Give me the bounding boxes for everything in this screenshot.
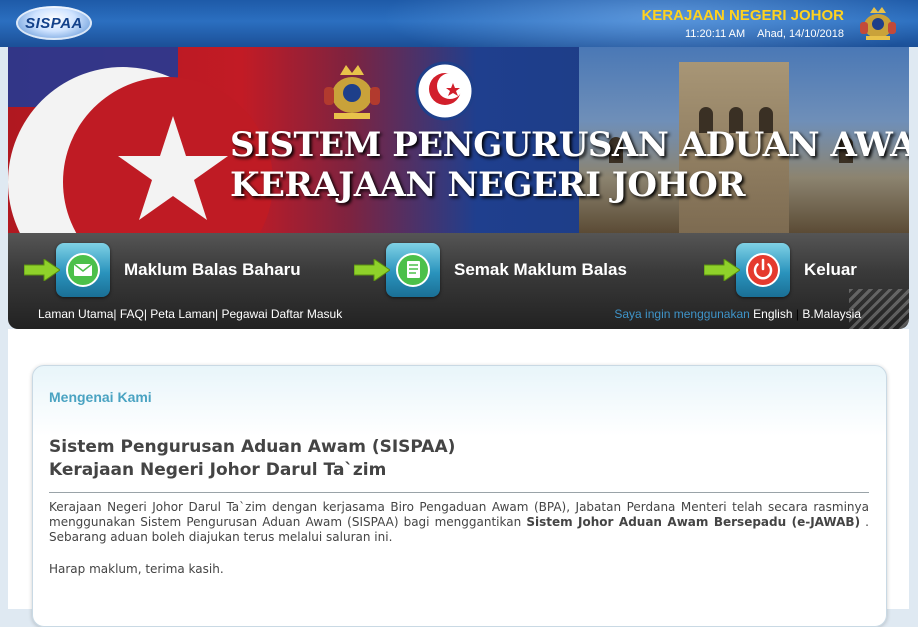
link-sitemap[interactable]: Peta Laman [150, 307, 215, 321]
state-govt-seal-icon [415, 61, 475, 121]
language-switch: Saya ingin menggunakan English | B.Malay… [614, 307, 861, 321]
current-date: Ahad, 14/10/2018 [757, 28, 844, 40]
banner-title-line1: SISTEM PENGURUSAN ADUAN AWAM [230, 125, 909, 165]
power-icon-button[interactable] [736, 243, 790, 297]
about-panel: Mengenai Kami Sistem Pengurusan Aduan Aw… [32, 365, 887, 627]
logo-text: SISPAA [25, 15, 83, 32]
johor-state-crest-icon [324, 65, 380, 119]
arrow-right-icon [24, 259, 60, 281]
hero-banner: SISTEM PENGURUSAN ADUAN AWAM KERAJAAN NE… [8, 47, 909, 233]
lang-english[interactable]: English [753, 307, 792, 321]
document-icon-button[interactable] [386, 243, 440, 297]
section-title: Mengenai Kami [49, 389, 152, 405]
power-icon [746, 253, 780, 287]
nav-label[interactable]: Keluar [804, 260, 857, 280]
main-navigation: Maklum Balas Baharu Semak Maklum Balas K… [8, 233, 909, 329]
arrow-right-icon [704, 259, 740, 281]
para-bold-text: Sistem Johor Aduan Awam Bersepadu (e-JAW… [526, 515, 861, 529]
link-officer-login[interactable]: Pegawai Daftar Masuk [221, 307, 342, 321]
lang-malay[interactable]: B.Malaysia [802, 307, 861, 321]
heading-line2: Kerajaan Negeri Johor Darul Ta`zim [49, 460, 387, 480]
envelope-icon-button[interactable] [56, 243, 110, 297]
nav-new-feedback[interactable]: Maklum Balas Baharu [24, 241, 301, 299]
top-header-bar: SISPAA KERAJAAN NEGERI JOHOR 11:20:11 AM… [0, 0, 918, 47]
nav-logout[interactable]: Keluar [704, 241, 857, 299]
current-time: 11:20:11 AM [685, 28, 746, 40]
state-name: KERAJAAN NEGERI JOHOR [641, 7, 844, 24]
flag-star-icon [118, 116, 228, 220]
link-home[interactable]: Laman Utama [38, 307, 113, 321]
johor-crest-icon [860, 7, 896, 40]
document-icon [396, 253, 430, 287]
about-paragraph: Kerajaan Negeri Johor Darul Ta`zim denga… [49, 500, 869, 545]
content-area: Mengenai Kami Sistem Pengurusan Aduan Aw… [8, 329, 909, 627]
nav-label[interactable]: Maklum Balas Baharu [124, 260, 301, 280]
sispaa-logo[interactable]: SISPAA [16, 6, 92, 40]
arrow-right-icon [354, 259, 390, 281]
envelope-icon [66, 253, 100, 287]
nav-check-feedback[interactable]: Semak Maklum Balas [354, 241, 627, 299]
link-faq[interactable]: FAQ [120, 307, 144, 321]
closing-text: Harap maklum, terima kasih. [49, 562, 224, 576]
nav-label[interactable]: Semak Maklum Balas [454, 260, 627, 280]
divider [49, 492, 869, 493]
quick-links: Laman Utama| FAQ| Peta Laman| Pegawai Da… [38, 307, 343, 321]
language-prompt: Saya ingin menggunakan [614, 307, 750, 321]
heading-line1: Sistem Pengurusan Aduan Awam (SISPAA) [49, 437, 456, 457]
page-heading: Sistem Pengurusan Aduan Awam (SISPAA) Ke… [49, 436, 455, 482]
banner-title-line2: KERAJAAN NEGERI JOHOR [230, 165, 746, 205]
clock: 11:20:11 AM Ahad, 14/10/2018 [685, 28, 844, 40]
